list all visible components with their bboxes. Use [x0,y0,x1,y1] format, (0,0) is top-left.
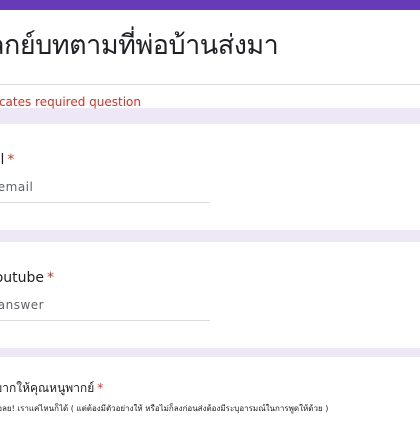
question-card-youtube: Youtube* [0,242,420,348]
required-asterisk: * [7,152,15,168]
required-asterisk: * [97,381,104,395]
question-title-youtube: Youtube [0,270,44,286]
question-label-email: ail* [0,152,14,168]
question-label-youtube: Youtube* [0,270,54,286]
form-title: ลกย์บทตามที่พ่อบ้านส่งมา [0,30,279,61]
question-title-email: ail [0,152,5,168]
question-label-message: อยากให้คุณหนูพากย์* [0,379,103,398]
question-description-message: โล้อลย! เราแค่ไหนก็ได้ ( แต่ต้องมีตัวอย่… [0,404,329,413]
required-question-note: dicates required question [0,95,141,109]
form-title-card: ลกย์บทตามที่พ่อบ้านส่งมา dicates require… [0,10,420,109]
question-card-message: อยากให้คุณหนูพากย์* โล้อลย! เราแค่ไหนก็ไ… [0,357,420,437]
title-divider [0,84,420,85]
question-card-email: ail* [0,124,420,230]
youtube-answer-field[interactable] [0,298,210,321]
question-title-message: อยากให้คุณหนูพากย์ [0,381,95,395]
email-field[interactable] [0,180,210,203]
required-asterisk: * [47,270,54,286]
